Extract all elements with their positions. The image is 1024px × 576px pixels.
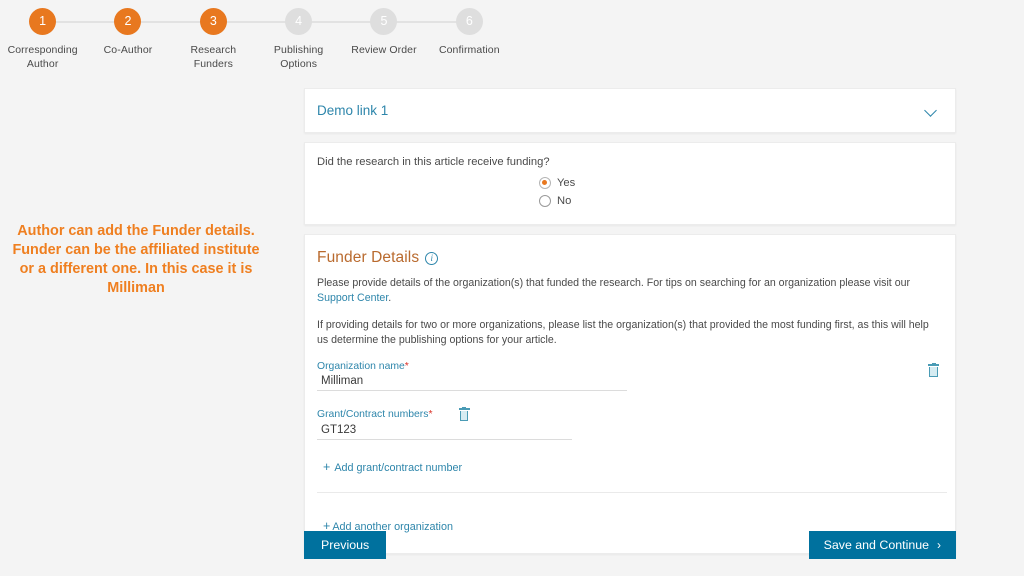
funder-details-heading: Funder Details	[317, 249, 420, 266]
previous-button[interactable]: Previous	[304, 531, 387, 559]
step-number-6: 6	[455, 8, 483, 35]
funder-intro-paragraph: Please provide details of the organizati…	[317, 276, 939, 306]
stepper-step-corresponding-author[interactable]: 1 Corresponding Author	[0, 8, 85, 71]
info-icon[interactable]: i	[425, 251, 439, 265]
funder-intro-text-start: Please provide details of the organizati…	[317, 277, 911, 289]
grant-contract-required-marker: *	[428, 409, 433, 420]
step-label-5: Review Order	[351, 44, 417, 56]
step-label-3: Research Funders	[190, 44, 237, 70]
grant-contract-label-row: Grant/Contract numbers*	[317, 406, 939, 421]
save-and-continue-label: Save and Continue	[823, 538, 929, 552]
step-number-3: 3	[199, 8, 227, 35]
grant-contract-label-text: Grant/Contract numbers	[317, 409, 429, 420]
stepper-step-research-funders[interactable]: 3 Research Funders	[171, 8, 256, 71]
stepper-step-review-order[interactable]: 5 Review Order	[341, 8, 426, 58]
add-grant-row: + Add grant/contract number	[323, 458, 939, 476]
radio-label-no: No	[557, 195, 572, 207]
save-and-continue-button[interactable]: Save and Continue ›	[808, 531, 956, 559]
radio-label-yes: Yes	[557, 177, 576, 189]
delete-organization-trash-icon[interactable]	[928, 362, 939, 377]
step-number-4: 4	[285, 8, 313, 35]
demo-link-title: Demo link 1	[317, 103, 389, 118]
grant-contract-input[interactable]: GT123	[317, 421, 939, 439]
demo-link-accordion-header[interactable]: Demo link 1	[304, 88, 956, 133]
step-label-1: Corresponding Author	[7, 44, 78, 70]
funding-radio-group[interactable]: Yes No	[539, 174, 955, 210]
grant-contract-label: Grant/Contract numbers*	[317, 409, 433, 420]
main-content: Demo link 1 Did the research in this art…	[304, 88, 956, 554]
stepper-step-co-author[interactable]: 2 Co-Author	[85, 8, 170, 58]
add-grant-contract-number-label: Add grant/contract number	[334, 462, 463, 474]
organization-name-label-row: Organization name*	[317, 361, 939, 372]
organization-name-input[interactable]: Milliman	[317, 372, 939, 390]
step-number-2: 2	[114, 8, 142, 35]
step-label-2: Co-Author	[103, 44, 153, 56]
stepper-track: 1 Corresponding Author 2 Co-Author 3 Res…	[0, 8, 512, 71]
organization-name-required-marker: *	[404, 361, 409, 372]
organization-name-label-text: Organization name	[317, 361, 405, 372]
delete-grant-trash-icon[interactable]	[458, 406, 470, 421]
radio-indicator-yes	[539, 177, 551, 189]
form-footer: Previous Save and Continue ›	[304, 531, 956, 559]
stepper-step-confirmation[interactable]: 6 Confirmation	[427, 8, 512, 58]
progress-stepper: 1 Corresponding Author 2 Co-Author 3 Res…	[0, 0, 512, 78]
support-center-link[interactable]: Support Center	[317, 292, 388, 304]
funder-details-card: Funder Details i Please provide details …	[304, 234, 956, 554]
funding-question-label: Did the research in this article receive…	[317, 156, 550, 168]
organization-name-label: Organization name*	[317, 361, 409, 372]
chevron-right-icon: ›	[937, 538, 941, 552]
funder-intro-text-end: .	[388, 292, 392, 304]
funder-details-heading-row: Funder Details i	[317, 249, 939, 267]
funder-ordering-paragraph: If providing details for two or more org…	[317, 319, 929, 346]
organization-name-field-block: Organization name* Milliman	[317, 361, 939, 391]
funding-question-card: Did the research in this article receive…	[304, 142, 956, 225]
plus-icon-grant: +	[323, 460, 331, 474]
stepper-step-publishing-options[interactable]: 4 Publishing Options	[256, 8, 341, 71]
step-number-5: 5	[370, 8, 398, 35]
step-label-6: Confirmation	[438, 44, 500, 56]
annotation-callout: Author can add the Funder details. Funde…	[12, 223, 260, 296]
step-number-1: 1	[29, 8, 57, 35]
add-grant-contract-number-link[interactable]: + Add grant/contract number	[323, 461, 462, 474]
grant-contract-underline	[317, 439, 572, 440]
step-label-4: Publishing Options	[273, 44, 324, 70]
radio-indicator-no	[539, 195, 551, 207]
grant-contract-field-block: Grant/Contract numbers* GT123	[317, 406, 939, 440]
radio-option-no[interactable]: No	[539, 192, 955, 210]
chevron-down-icon[interactable]	[924, 104, 938, 118]
organization-name-underline	[317, 390, 627, 391]
funder-section-divider	[317, 492, 947, 493]
radio-option-yes[interactable]: Yes	[539, 174, 955, 192]
